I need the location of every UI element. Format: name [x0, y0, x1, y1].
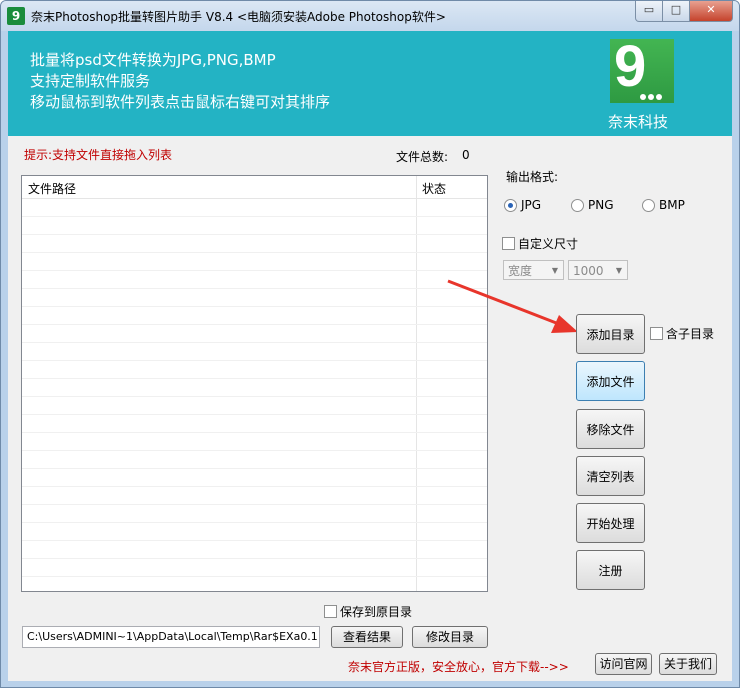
red-arrow-icon — [447, 279, 578, 333]
list-row-line — [22, 252, 487, 253]
banner-line-1: 批量将psd文件转换为JPG,PNG,BMP — [30, 51, 276, 69]
radio-jpg[interactable]: JPG — [504, 198, 541, 212]
caption-buttons: ▭ □ ✕ — [635, 1, 733, 22]
app-icon: 9 — [7, 7, 25, 25]
view-result-button[interactable]: 查看结果 — [331, 626, 403, 648]
chevron-down-icon: ▼ — [615, 266, 622, 275]
column-status[interactable]: 状态 — [422, 180, 446, 197]
list-row-line — [22, 450, 487, 451]
include-subdir-box — [650, 327, 663, 340]
save-to-original-label: 保存到原目录 — [340, 605, 413, 619]
column-divider[interactable] — [416, 176, 417, 591]
custom-size-label: 自定义尺寸 — [518, 237, 579, 251]
list-row-line — [22, 360, 487, 361]
drag-tip: 提示:支持文件直接拖入列表 — [24, 148, 173, 162]
custom-size-box — [502, 237, 515, 250]
radio-png-dot — [571, 198, 584, 212]
list-row-line — [22, 288, 487, 289]
list-row-line — [22, 378, 487, 379]
file-total-value: 0 — [462, 148, 470, 162]
minimize-button[interactable]: ▭ — [635, 1, 663, 22]
list-row-line — [22, 468, 487, 469]
radio-jpg-dot — [504, 198, 517, 212]
list-row-line — [22, 306, 487, 307]
include-subdir-label: 含子目录 — [666, 327, 715, 341]
include-subdir-checkbox[interactable]: 含子目录 — [650, 325, 714, 342]
clear-list-button[interactable]: 清空列表 — [576, 456, 645, 496]
title-bar[interactable]: 9 奈末Photoshop批量转图片助手 V8.4 <电脑须安装Adobe Ph… — [1, 1, 739, 31]
list-row-line — [22, 486, 487, 487]
radio-bmp[interactable]: BMP — [642, 198, 685, 212]
list-row-line — [22, 432, 487, 433]
window-title: 奈末Photoshop批量转图片助手 V8.4 <电脑须安装Adobe Phot… — [31, 10, 446, 24]
format-label: 输出格式: — [506, 170, 559, 184]
list-row-line — [22, 522, 487, 523]
custom-size-checkbox[interactable]: 自定义尺寸 — [502, 235, 578, 252]
banner-line-2: 支持定制软件服务 — [30, 72, 151, 90]
save-to-original-checkbox[interactable]: 保存到原目录 — [324, 603, 412, 620]
list-row-line — [22, 540, 487, 541]
about-button[interactable]: 关于我们 — [659, 653, 717, 675]
close-icon: ✕ — [706, 3, 716, 16]
brand-logo: 9 — [610, 34, 674, 103]
minimize-icon: ▭ — [643, 3, 655, 16]
file-total-label: 文件总数: — [396, 150, 449, 164]
list-row-line — [22, 576, 487, 577]
add-file-button[interactable]: 添加文件 — [576, 361, 645, 401]
list-row-line — [22, 216, 487, 217]
maximize-button[interactable]: □ — [663, 1, 690, 22]
brand-name: 奈末科技 — [608, 113, 669, 131]
banner: 批量将psd文件转换为JPG,PNG,BMP 支持定制软件服务 移动鼠标到软件列… — [8, 31, 732, 136]
logo-dots-icon — [640, 89, 670, 100]
maximize-icon: □ — [670, 3, 682, 16]
app-window: 9 奈末Photoshop批量转图片助手 V8.4 <电脑须安装Adobe Ph… — [0, 0, 740, 688]
radio-png[interactable]: PNG — [571, 198, 614, 212]
radio-bmp-dot — [642, 198, 655, 212]
radio-bmp-label: BMP — [659, 198, 685, 212]
list-row-line — [22, 324, 487, 325]
radio-png-label: PNG — [588, 198, 614, 212]
banner-line-3: 移动鼠标到软件列表点击鼠标右键可对其排序 — [30, 93, 331, 111]
register-button[interactable]: 注册 — [576, 550, 645, 590]
output-path-field[interactable]: C:\Users\ADMINI~1\AppData\Local\Temp\Rar… — [22, 626, 320, 648]
list-row-line — [22, 270, 487, 271]
radio-jpg-label: JPG — [521, 198, 542, 212]
add-directory-button[interactable]: 添加目录 — [576, 314, 645, 354]
list-row-line — [22, 414, 487, 415]
start-button[interactable]: 开始处理 — [576, 503, 645, 543]
remove-file-button[interactable]: 移除文件 — [576, 409, 645, 449]
change-directory-button[interactable]: 修改目录 — [412, 626, 488, 648]
client-area: 批量将psd文件转换为JPG,PNG,BMP 支持定制软件服务 移动鼠标到软件列… — [8, 31, 732, 681]
list-row-line — [22, 342, 487, 343]
close-button[interactable]: ✕ — [690, 1, 733, 22]
list-row-line — [22, 234, 487, 235]
file-list[interactable]: 文件路径 状态 — [21, 175, 488, 592]
save-to-original-box — [324, 605, 337, 618]
visit-site-button[interactable]: 访问官网 — [595, 653, 652, 675]
column-path[interactable]: 文件路径 — [28, 180, 76, 197]
list-row-line — [22, 558, 487, 559]
promo-text: 奈末官方正版，安全放心，官方下载-->> — [348, 660, 569, 674]
list-row-line — [22, 396, 487, 397]
list-header: 文件路径 状态 — [22, 176, 487, 199]
list-row-line — [22, 504, 487, 505]
